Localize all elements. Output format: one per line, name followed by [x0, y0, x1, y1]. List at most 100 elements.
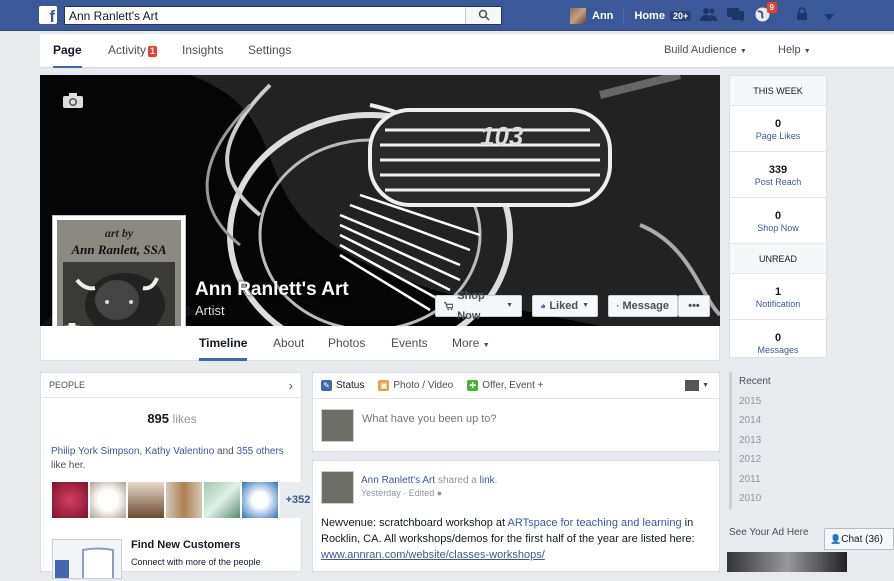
find-customers-image: [52, 539, 122, 579]
search-button[interactable]: [465, 7, 501, 24]
composer-tab-status[interactable]: ✎ Status: [321, 380, 364, 391]
friend-requests-icon[interactable]: [700, 7, 717, 23]
friends-like-text: Philip York Simpson, Kathy Valentino and…: [51, 446, 284, 471]
build-audience-menu[interactable]: Build Audience ▼: [664, 34, 747, 68]
profile-picture-caption-line1: art by: [104, 226, 134, 240]
photo-icon: ▣: [378, 380, 390, 391]
composer-tab-photo-video[interactable]: ▣ Photo / Video: [378, 380, 453, 391]
year-recent[interactable]: Recent: [732, 372, 827, 392]
shop-now-button[interactable]: Shop Now ▼: [435, 290, 522, 322]
search-icon: [478, 9, 490, 21]
timeline-years: Recent 2015 2014 2013 2012 2011 2010: [729, 372, 827, 509]
ad-image[interactable]: [727, 552, 847, 572]
year-link[interactable]: 2014: [732, 411, 827, 431]
this-week-header: THIS WEEK: [730, 76, 826, 106]
facebook-logo[interactable]: f: [39, 6, 57, 24]
message-button[interactable]: Message: [608, 295, 678, 317]
friend-thumbnail[interactable]: [52, 482, 88, 518]
composer-tab-offer-event[interactable]: ✚ Offer, Event +: [467, 380, 543, 391]
post-body: Newvenue: scratchboard workshop at ARTsp…: [321, 517, 695, 561]
caret-down-icon: ▼: [803, 48, 811, 55]
stat-notifications[interactable]: 1 Notification: [730, 274, 826, 320]
page-title[interactable]: Ann Ranlett's Art: [195, 279, 349, 301]
status-input[interactable]: [362, 413, 702, 425]
chevron-right-icon[interactable]: ›: [289, 373, 293, 398]
privacy-lock-icon[interactable]: [793, 7, 810, 23]
artspace-link[interactable]: ARTspace for teaching and learning: [508, 517, 682, 529]
top-user-area: Ann Home 20+: [570, 6, 692, 25]
tab-insights[interactable]: Insights: [182, 34, 223, 68]
cart-icon: [444, 302, 454, 311]
message-bubble-icon: [617, 305, 619, 307]
liked-button[interactable]: Liked ▼: [532, 295, 598, 317]
post-as-selector[interactable]: ▼: [685, 380, 709, 391]
year-link[interactable]: 2015: [732, 392, 827, 412]
year-link[interactable]: 2010: [732, 489, 827, 509]
friend-thumbnails: +352: [52, 482, 316, 518]
year-link[interactable]: 2012: [732, 450, 827, 470]
change-cover-camera-icon[interactable]: [63, 93, 83, 108]
messages-icon[interactable]: [727, 7, 744, 23]
profile-picture-caption-line2: Ann Ranlett, SSA: [71, 242, 167, 257]
activity-badge: 1: [148, 46, 158, 57]
ad-header[interactable]: See Your Ad Here: [729, 527, 809, 538]
post-link-word[interactable]: link: [480, 475, 495, 486]
tab-timeline[interactable]: Timeline: [199, 326, 248, 361]
more-actions-button[interactable]: •••: [678, 295, 710, 317]
year-link[interactable]: 2011: [732, 470, 827, 490]
caret-down-icon: ▼: [739, 48, 747, 55]
post-composer: ✎ Status ▣ Photo / Video ✚ Offer, Event + ▼: [312, 372, 720, 452]
friend-thumbnail[interactable]: [128, 482, 164, 518]
caret-down-icon: ▼: [582, 302, 589, 309]
tab-settings[interactable]: Settings: [248, 34, 291, 68]
home-link[interactable]: Home: [634, 10, 665, 22]
likes-count[interactable]: 895 likes: [41, 411, 303, 426]
friend-thumbnail[interactable]: [204, 482, 240, 518]
friend-link[interactable]: Philip York Simpson: [51, 446, 139, 457]
home-count-badge: 20+: [669, 10, 692, 21]
others-link[interactable]: 355 others: [237, 446, 284, 457]
user-avatar[interactable]: [570, 7, 586, 24]
stat-page-likes[interactable]: 0 Page Likes: [730, 106, 826, 152]
tab-photos[interactable]: Photos: [328, 326, 365, 361]
workshops-url-link[interactable]: www.annran.com/website/classes-workshops…: [321, 549, 545, 561]
find-customers-title[interactable]: Find New Customers: [131, 539, 240, 551]
page-category[interactable]: Artist: [195, 303, 225, 318]
globe-audience-icon[interactable]: ●: [437, 488, 442, 498]
post-timestamp[interactable]: Yesterday: [361, 488, 401, 498]
notifications-globe-icon[interactable]: 9: [754, 2, 777, 23]
people-header[interactable]: PEOPLE ›: [41, 373, 301, 398]
post-author-avatar[interactable]: [321, 471, 354, 504]
composer-page-avatar: [321, 409, 354, 442]
settings-chevron-down-icon[interactable]: [820, 7, 837, 23]
stat-messages[interactable]: 0 Messages: [730, 320, 826, 360]
search-box: [64, 6, 502, 25]
chat-bar[interactable]: 👤Chat (36): [824, 528, 894, 550]
more-friends-button[interactable]: +352: [280, 482, 316, 518]
year-link[interactable]: 2013: [732, 431, 827, 451]
tab-events[interactable]: Events: [391, 326, 428, 361]
post-author-link[interactable]: Ann Ranlett's Art: [361, 475, 435, 486]
user-name-link[interactable]: Ann: [592, 10, 613, 22]
tab-activity[interactable]: Activity 1: [108, 34, 158, 68]
offer-icon: ✚: [467, 380, 479, 391]
tab-page[interactable]: Page: [53, 34, 82, 68]
this-week-panel: THIS WEEK 0 Page Likes 339 Post Reach 0 Sho…: [729, 75, 827, 358]
friend-thumbnail[interactable]: [166, 482, 202, 518]
svg-text:103: 103: [480, 121, 524, 151]
friend-thumbnail[interactable]: [242, 482, 278, 518]
stat-shop-now[interactable]: 0 Shop Now: [730, 198, 826, 244]
thumbs-up-icon: [541, 303, 546, 309]
divider: [623, 7, 625, 24]
friend-thumbnail[interactable]: [90, 482, 126, 518]
timeline-post: Ann Ranlett's Art shared a link. Yesterd…: [312, 460, 720, 572]
tab-more[interactable]: More ▼: [452, 326, 490, 361]
tab-about[interactable]: About: [273, 326, 304, 361]
post-header: Ann Ranlett's Art shared a link.: [361, 475, 498, 486]
friend-link[interactable]: Kathy Valentino: [145, 446, 214, 457]
help-menu[interactable]: Help ▼: [778, 34, 811, 68]
caret-down-icon: ▼: [506, 302, 513, 309]
post-meta: Yesterday · Edited ●: [361, 488, 443, 498]
stat-post-reach[interactable]: 339 Post Reach: [730, 152, 826, 198]
search-input[interactable]: [65, 7, 465, 24]
